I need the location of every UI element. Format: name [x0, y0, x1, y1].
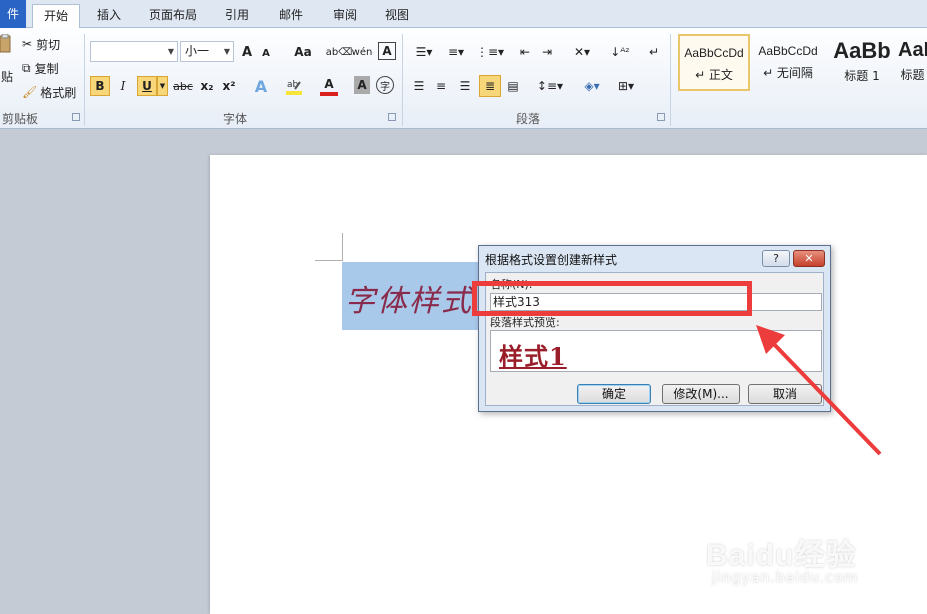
watermark-url: jingyan.baidu.com: [712, 570, 859, 586]
watermark-logo: Baidu经验: [706, 539, 857, 572]
baidu-watermark: Baidu经验 jingyan.baidu.com: [706, 520, 906, 590]
arrow-line: [768, 338, 882, 456]
